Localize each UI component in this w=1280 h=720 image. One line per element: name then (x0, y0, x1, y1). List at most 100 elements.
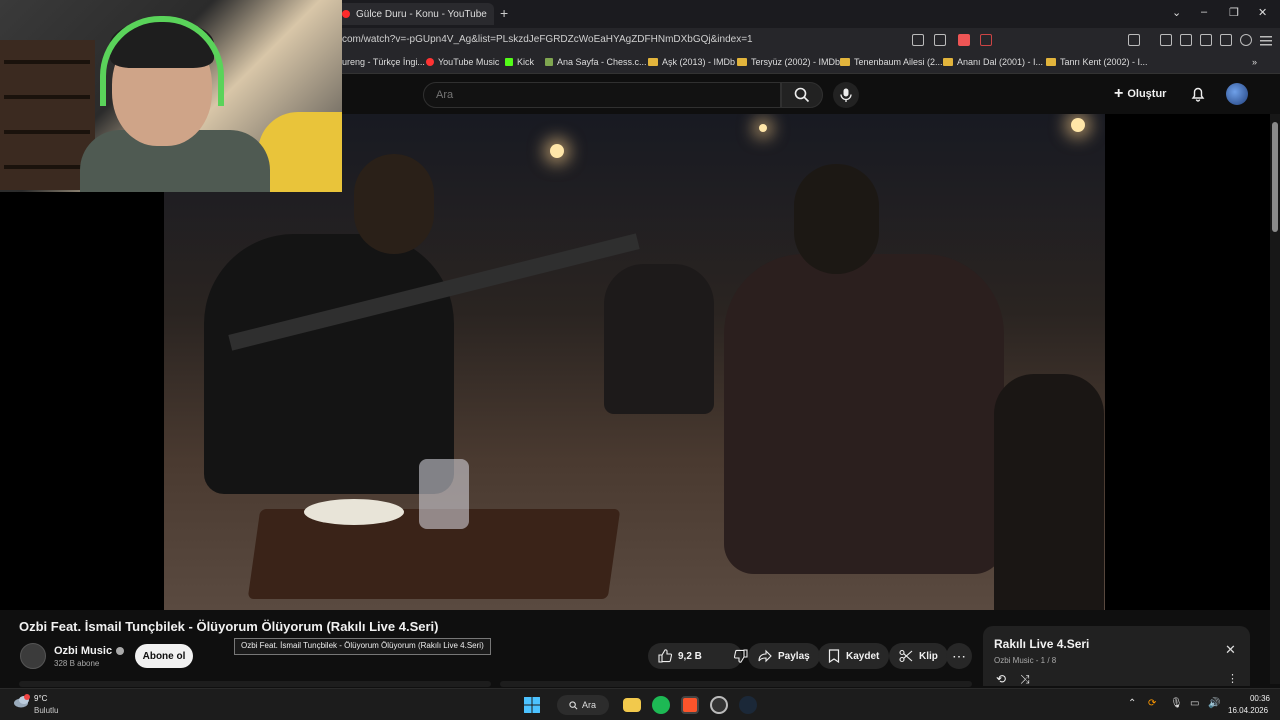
channel-name[interactable]: Ozbi Music (54, 645, 125, 657)
imdb-icon (1046, 58, 1056, 66)
cast-icon[interactable] (912, 34, 924, 46)
share-button[interactable]: Paylaş (748, 643, 820, 669)
search-button[interactable] (781, 82, 823, 108)
bookmark-item[interactable]: Ananı Dal (2001) - I... (943, 57, 1043, 67)
plate (304, 499, 404, 525)
close-window-icon[interactable]: ✕ (1258, 6, 1267, 19)
microphone-icon (840, 88, 852, 102)
imdb-icon (737, 58, 747, 66)
clock-date[interactable]: 16.04.2026 (1228, 706, 1268, 715)
stage-lamp (1071, 118, 1085, 132)
taskbar-search[interactable]: Ara (557, 695, 609, 715)
create-button[interactable]: + Oluştur (1114, 85, 1166, 103)
more-bookmarks-icon[interactable]: » (1252, 57, 1257, 67)
band-member-figure (604, 264, 714, 414)
account-avatar[interactable] (1226, 83, 1248, 105)
leo-ai-icon[interactable] (1220, 34, 1232, 46)
notifications-button[interactable] (1190, 86, 1206, 107)
search-box[interactable] (423, 82, 781, 108)
url-text[interactable]: com/watch?v=-pGUpn4V_Ag&list=PLskzdJeFGR… (342, 34, 753, 45)
search-icon (794, 87, 810, 103)
more-horizontal-icon: ⋯ (952, 647, 966, 664)
playlist-title[interactable]: Rakılı Live 4.Seri (994, 637, 1089, 651)
plus-icon: + (1114, 85, 1124, 102)
clip-button[interactable]: Klip (889, 643, 948, 669)
like-count: 9,2 B (678, 650, 702, 662)
chair-back (994, 374, 1104, 610)
new-tab-button[interactable]: + (500, 5, 508, 21)
channel-avatar[interactable] (20, 643, 46, 669)
kick-icon (505, 58, 513, 66)
like-button[interactable]: 9,2 B (648, 643, 712, 669)
minimize-icon[interactable]: – (1201, 6, 1207, 18)
bookmark-icon (828, 649, 840, 663)
spotify-icon[interactable] (652, 696, 670, 714)
share-page-icon[interactable] (934, 34, 946, 46)
menu-icon[interactable] (1260, 34, 1272, 46)
description-box-edge (500, 681, 972, 687)
sync-icon[interactable]: ⟳ (1148, 698, 1156, 709)
create-label: Oluştur (1127, 88, 1167, 100)
microphone-tray-icon[interactable]: 🎙 (1170, 698, 1183, 709)
steam-icon[interactable] (739, 696, 757, 714)
thumbs-down-icon (733, 649, 748, 663)
windows-start-icon[interactable] (523, 696, 541, 714)
bookmark-item[interactable]: Tenenbaum Ailesi (2... (840, 57, 943, 67)
thumbs-up-icon (658, 649, 672, 663)
youtube-music-icon (426, 58, 434, 66)
chess-icon (545, 58, 553, 66)
singer-head (794, 164, 879, 274)
playlist-menu-icon[interactable]: ⋮ (1227, 672, 1238, 685)
bookmark-item[interactable]: Ana Sayfa - Chess.c... (545, 57, 647, 67)
bookmark-item[interactable]: YouTube Music (426, 57, 499, 67)
brave-browser-icon[interactable] (681, 696, 699, 714)
reader-icon[interactable] (1180, 34, 1192, 46)
brave-rewards-icon[interactable] (980, 34, 992, 46)
vpn-icon[interactable] (1240, 34, 1252, 46)
youtube-favicon-icon (342, 10, 350, 18)
bookmark-item[interactable]: ureng - Türkçe İngi... (342, 57, 425, 67)
file-explorer-icon[interactable] (623, 698, 641, 712)
bookmark-item[interactable]: Tersyüz (2002) - IMDb (737, 57, 840, 67)
search-icon (569, 700, 578, 709)
stage-lamp (759, 124, 767, 132)
cloud-weather-icon[interactable] (12, 693, 32, 709)
show-hidden-icons[interactable]: ⌃ (1128, 698, 1136, 709)
imdb-icon (840, 58, 850, 66)
playlist-subtitle: Ozbi Music - 1 / 8 (994, 656, 1057, 665)
more-actions-button[interactable]: ⋯ (946, 643, 972, 669)
subscriber-count: 328 B abone (54, 659, 100, 668)
imdb-icon (943, 58, 953, 66)
browser-tab[interactable]: Gülce Duru - Konu - YouTube (336, 3, 494, 25)
clock-time[interactable]: 00:36 (1240, 694, 1270, 703)
bookmark-item[interactable]: Kick (505, 57, 534, 67)
maximize-icon[interactable]: ❐ (1229, 6, 1239, 19)
music-icon[interactable] (1160, 34, 1172, 46)
bookmark-item[interactable]: Aşk (2013) - IMDb (648, 57, 735, 67)
temperature[interactable]: 9°C (34, 694, 47, 703)
share-icon (758, 649, 772, 663)
tab-list-icon[interactable]: ⌄ (1172, 6, 1181, 19)
subscribe-button[interactable]: Abone ol (135, 644, 193, 668)
scrollbar-thumb[interactable] (1272, 122, 1278, 232)
brave-shield-icon[interactable] (958, 34, 970, 46)
save-button[interactable]: Kaydet (818, 643, 890, 669)
sidebar-icon[interactable] (1128, 34, 1140, 46)
page-scrollbar[interactable] (1270, 114, 1280, 684)
video-title: Ozbi Feat. İsmail Tunçbilek - Ölüyorum Ö… (19, 619, 439, 634)
obs-icon[interactable] (710, 696, 728, 714)
bookmark-item[interactable]: Tanrı Kent (2002) - I... (1046, 57, 1148, 67)
shuffle-icon[interactable]: ⤨ (1020, 672, 1030, 687)
close-playlist-icon[interactable]: ✕ (1225, 642, 1236, 658)
description-box-edge (19, 681, 491, 687)
verified-icon (116, 647, 125, 656)
voice-search-button[interactable] (833, 82, 859, 108)
loop-icon[interactable]: ⟲ (996, 672, 1006, 687)
volume-icon[interactable]: 🔊 (1208, 698, 1220, 709)
wallet-icon[interactable] (1200, 34, 1212, 46)
weather-description[interactable]: Bulutlu (34, 706, 58, 715)
guitarist-figure (204, 234, 454, 494)
windows-taskbar: 9°C Bulutlu Ara ⌃ ⟳ 🎙 ▭ 🔊 00:36 16.04.20… (0, 688, 1280, 720)
search-input[interactable] (424, 83, 780, 107)
display-icon[interactable]: ▭ (1190, 698, 1199, 709)
